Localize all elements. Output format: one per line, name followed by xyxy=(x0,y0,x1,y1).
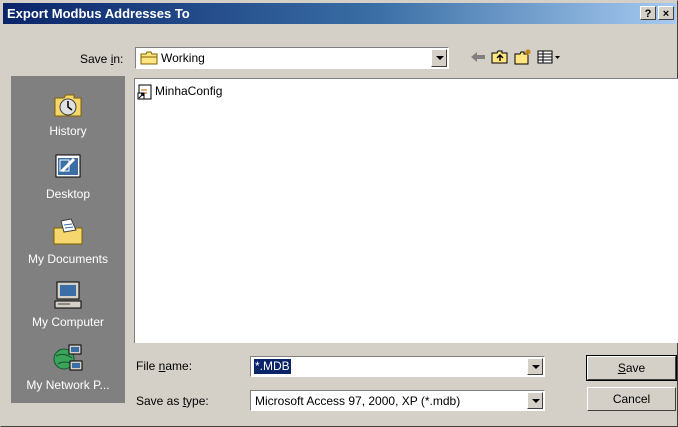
window-title: Export Modbus Addresses To xyxy=(7,6,190,21)
file-name-text: MinhaConfig xyxy=(155,84,223,98)
desktop-icon xyxy=(55,154,81,178)
places-item-history[interactable]: History xyxy=(11,84,125,146)
chevron-down-icon[interactable] xyxy=(527,358,543,375)
shortcut-file-icon xyxy=(137,84,152,100)
places-label-my-network-places: My Network P... xyxy=(26,378,110,392)
save-in-combo[interactable]: Working xyxy=(135,47,449,69)
views-menu-icon[interactable] xyxy=(536,48,562,66)
save-as-type-label: Save as type: xyxy=(136,394,209,408)
places-label-my-documents: My Documents xyxy=(27,252,109,266)
file-name-input[interactable]: *.MDB xyxy=(254,359,291,374)
close-button[interactable]: × xyxy=(658,6,674,20)
up-one-level-icon[interactable] xyxy=(490,48,510,66)
my-network-places-icon xyxy=(53,344,83,371)
save-in-label: Save in: xyxy=(80,52,124,66)
create-new-folder-icon[interactable] xyxy=(513,48,533,66)
places-label-desktop: Desktop xyxy=(45,187,91,201)
places-item-desktop[interactable]: Desktop xyxy=(11,147,125,209)
save-dialog: Export Modbus Addresses To ? × Save in: … xyxy=(0,0,678,427)
places-bar: History Desktop My Documents My Computer… xyxy=(11,76,125,403)
save-as-type-value: Microsoft Access 97, 2000, XP (*.mdb) xyxy=(255,394,461,408)
places-item-my-computer[interactable]: My Computer xyxy=(11,275,125,337)
cancel-button[interactable]: Cancel xyxy=(587,387,676,411)
chevron-down-icon[interactable] xyxy=(431,49,447,67)
places-item-my-documents[interactable]: My Documents xyxy=(11,212,125,274)
places-label-history: History xyxy=(49,124,87,138)
chevron-down-icon[interactable] xyxy=(527,392,543,409)
save-in-value: Working xyxy=(161,51,205,65)
help-button[interactable]: ? xyxy=(640,6,656,20)
history-icon xyxy=(54,94,82,117)
title-bar[interactable]: Export Modbus Addresses To ? × xyxy=(3,3,676,24)
my-documents-icon xyxy=(53,218,83,245)
places-label-my-computer: My Computer xyxy=(31,315,105,329)
file-name-label: File name: xyxy=(136,359,193,373)
my-computer-icon xyxy=(54,281,82,309)
file-name-combo[interactable]: *.MDB xyxy=(250,356,545,377)
file-list[interactable]: MinhaConfig xyxy=(134,78,678,343)
back-arrow-icon[interactable] xyxy=(468,48,488,66)
save-button[interactable]: Save xyxy=(586,355,677,381)
folder-icon xyxy=(140,51,158,65)
places-item-my-network-places[interactable]: My Network P... xyxy=(11,338,125,400)
save-as-type-select[interactable]: Microsoft Access 97, 2000, XP (*.mdb) xyxy=(250,390,545,411)
